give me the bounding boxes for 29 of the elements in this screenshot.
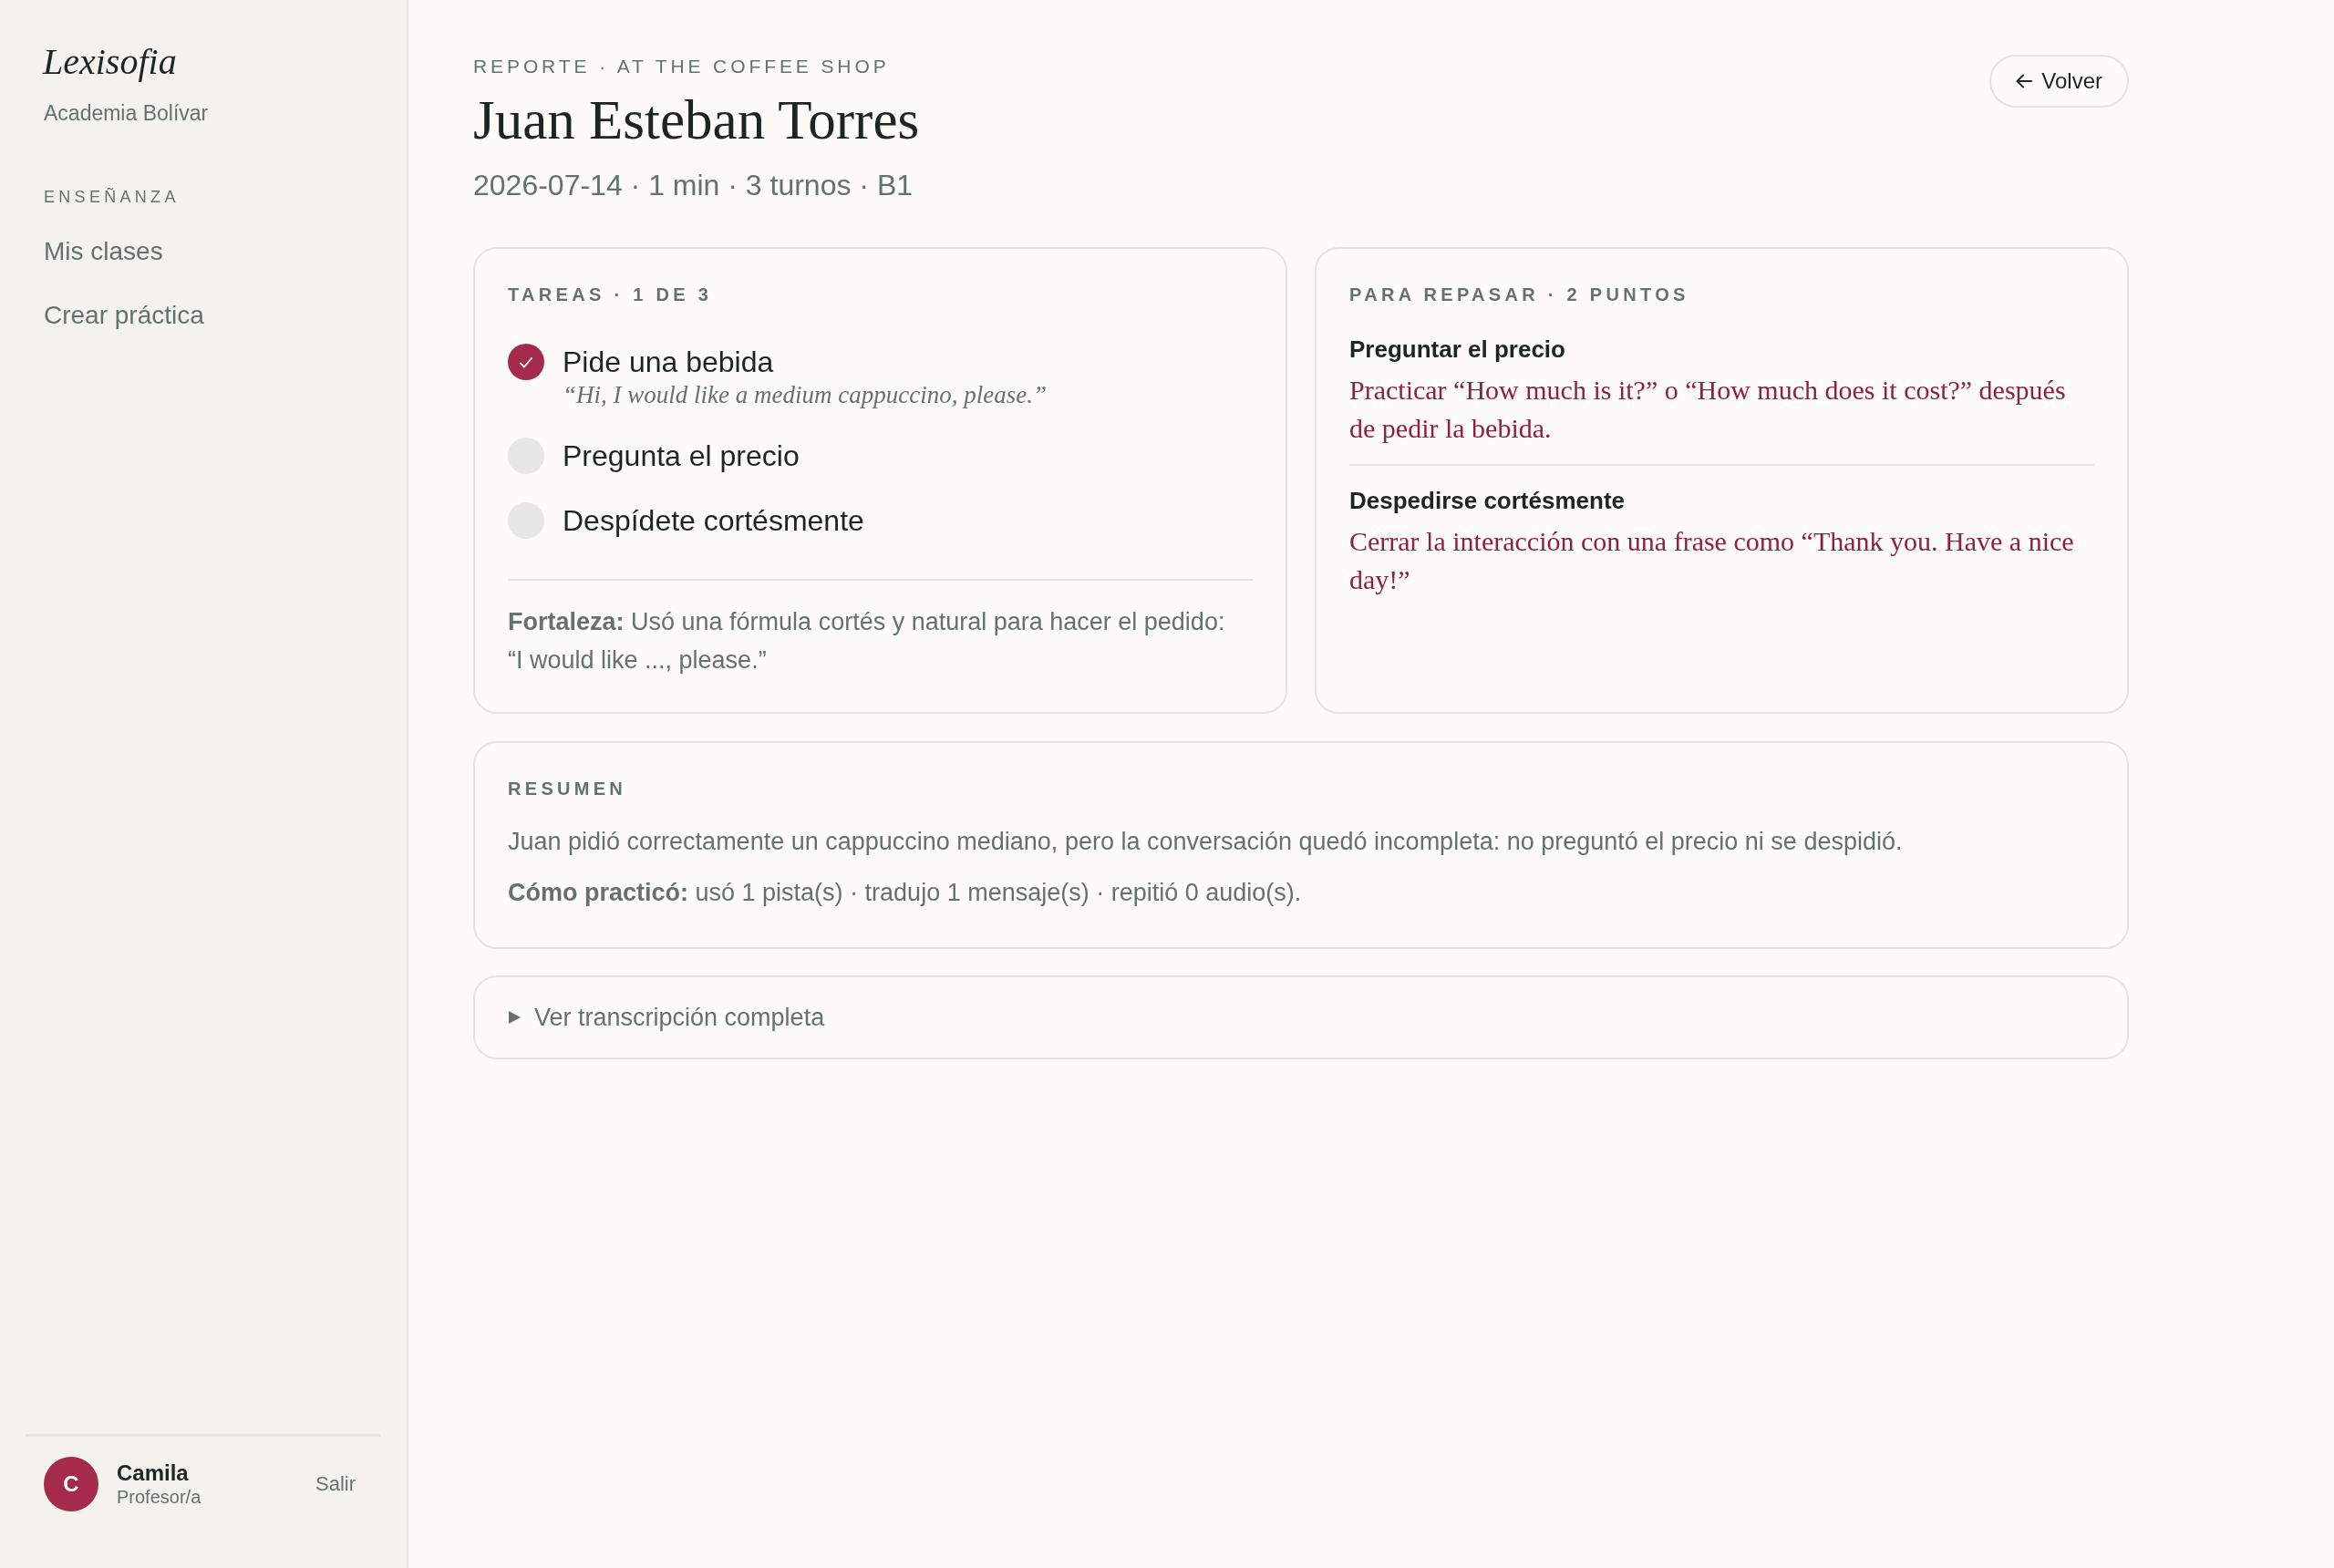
task-label: Pide una bebida bbox=[563, 345, 774, 380]
review-description: Practicar “How much is it?” o “How much does it cost?” después de pedir la bebida. bbox=[1349, 374, 2067, 445]
summary-text: Juan pidió correctamente un cappuccino mediano, pero la conversación quedó incompleta: no preguntó el precio ni se despidió. bbox=[508, 827, 1904, 857]
brand-logo: Lexisofia bbox=[43, 40, 177, 84]
task-quote: “Hi, I would like a medium cappuccino, please.” bbox=[563, 380, 1047, 409]
page-title: Juan Esteban Torres bbox=[473, 89, 920, 151]
organization-name: Academia Bolívar bbox=[44, 100, 209, 126]
transcript-toggle[interactable]: Ver transcripción completa bbox=[473, 975, 2129, 1059]
avatar: C bbox=[44, 1457, 98, 1511]
task-label: Pregunta el precio bbox=[563, 438, 800, 474]
strength-note: Fortaleza: Usó una fórmula cortés y natural para hacer el pedido: “I would like ..., please.” bbox=[508, 607, 1226, 676]
section-label: ENSEÑANZA bbox=[44, 187, 180, 208]
card-heading: RESUMEN bbox=[508, 778, 627, 799]
report-meta: 2026-07-14 · 1 min · 3 turnos · B1 bbox=[473, 168, 913, 202]
back-button[interactable]: Volver bbox=[1989, 55, 2129, 108]
review-description: Cerrar la interacción con una frase como “Thank you. Have a nice day!” bbox=[1349, 525, 2075, 596]
card-heading: PARA REPASAR · 2 PUNTOS bbox=[1349, 284, 1689, 305]
review-title: Preguntar el precio bbox=[1349, 335, 1565, 364]
user-name: Camila bbox=[117, 1460, 189, 1486]
logout-button[interactable]: Salir bbox=[315, 1472, 356, 1496]
nav-link[interactable]: Mis clases bbox=[35, 233, 172, 270]
report-eyebrow: REPORTE · AT THE COFFEE SHOP bbox=[473, 55, 890, 78]
nav-link[interactable]: Crear práctica bbox=[35, 297, 213, 334]
user-role: Profesor/a bbox=[117, 1486, 201, 1508]
review-title: Despedirse cortésmente bbox=[1349, 486, 1626, 515]
card-heading: TAREAS · 1 DE 3 bbox=[508, 284, 713, 305]
practice-stats: Cómo practicó: usó 1 pista(s) · tradujo 1 mensaje(s) · repitió 0 audio(s). bbox=[508, 878, 1303, 908]
task-label: Despídete cortésmente bbox=[563, 503, 864, 539]
arrow-left-icon bbox=[2016, 74, 2033, 88]
